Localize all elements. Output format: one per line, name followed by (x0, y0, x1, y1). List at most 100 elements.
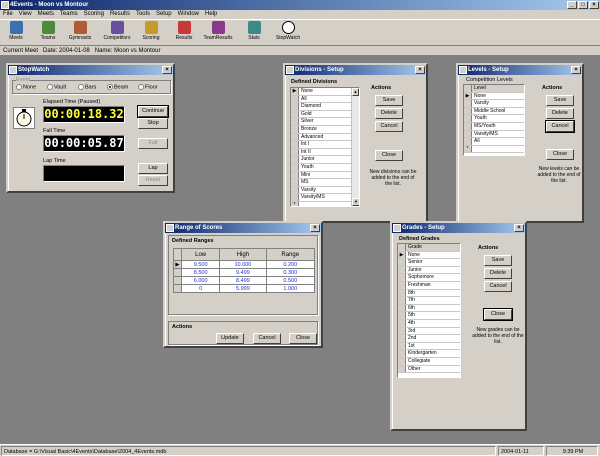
toolbar-teams-button[interactable]: Teams (34, 21, 62, 41)
menu-scoring[interactable]: Scoring (84, 10, 104, 19)
divisions-delete-button[interactable]: Delete (375, 108, 403, 119)
ranges-cancel-button[interactable]: Cancel (253, 333, 281, 344)
list-item[interactable]: MS (291, 179, 359, 187)
menu-tools[interactable]: Tools (136, 10, 150, 19)
list-item[interactable]: Sophomore (398, 274, 460, 282)
toolbar-stopwatch-button[interactable]: StopWatch (272, 21, 304, 41)
reset-button[interactable]: Reset (138, 175, 168, 186)
list-item[interactable]: Junior (291, 156, 359, 164)
grades-cancel-button[interactable]: Cancel (484, 281, 512, 292)
ranges-close-button[interactable]: × (310, 224, 320, 232)
menu-results[interactable]: Results (110, 10, 130, 19)
divisions-list[interactable]: ▶ None All Diamond Gold Silver Bronze Adv… (290, 87, 360, 207)
list-item[interactable]: ▶ None (291, 88, 359, 96)
levels-close-button[interactable]: × (571, 66, 581, 74)
divisions-close-btn[interactable]: Close (375, 150, 403, 161)
list-item[interactable]: Gold (291, 110, 359, 119)
menu-file[interactable]: File (3, 10, 13, 19)
list-item[interactable]: 1st (398, 342, 460, 351)
toolbar-scoring-button[interactable]: Scoring (137, 21, 165, 41)
divisions-cancel-button[interactable]: Cancel (375, 121, 403, 132)
list-item[interactable]: Silver (291, 118, 359, 126)
minimize-button[interactable]: _ (567, 1, 577, 9)
list-item[interactable]: 2nd (398, 335, 460, 343)
list-item[interactable]: Varsity/MS (464, 130, 524, 139)
list-item[interactable]: 6th (398, 304, 460, 313)
list-item[interactable]: Varsity/MS (291, 194, 359, 202)
list-item[interactable]: Kindergarten (398, 350, 460, 358)
list-item[interactable]: Int II (291, 148, 359, 157)
menu-meets[interactable]: Meets (38, 10, 54, 19)
list-item[interactable]: All (291, 95, 359, 104)
event-radio-bars[interactable]: Bars (78, 84, 96, 90)
list-item[interactable]: 7th (398, 297, 460, 305)
list-item[interactable]: Freshman (398, 281, 460, 290)
lap-button[interactable]: Lap (138, 163, 168, 174)
levels-cancel-button[interactable]: Cancel (545, 120, 575, 133)
grades-close-button[interactable]: × (514, 224, 524, 232)
levels-close-btn[interactable]: Close (546, 149, 574, 160)
list-item[interactable]: 3rd (398, 327, 460, 336)
list-item[interactable]: All (464, 138, 524, 146)
table-row[interactable]: 6.000 8.499 0.500 (173, 276, 316, 285)
list-item[interactable]: Other (398, 365, 460, 374)
menu-view[interactable]: View (19, 10, 32, 19)
list-item[interactable]: Bronze (291, 125, 359, 134)
list-item[interactable]: Middle School (464, 107, 524, 116)
list-item[interactable]: ▶ None (398, 251, 460, 260)
table-row[interactable]: 8.500 9.499 0.300 (173, 268, 316, 277)
list-item[interactable]: Int I (291, 141, 359, 149)
stop-button[interactable]: Stop (138, 118, 168, 129)
maximize-button[interactable]: □ (578, 1, 588, 9)
list-item[interactable]: Youth (291, 163, 359, 172)
fall-button[interactable]: Fall (138, 138, 168, 149)
menu-window[interactable]: Window (178, 10, 199, 19)
close-button[interactable]: × (589, 1, 599, 9)
divisions-scrollbar[interactable]: ▲ ▼ (351, 88, 359, 206)
new-row[interactable]: * (464, 145, 524, 154)
toolbar-stats-button[interactable]: Stats (240, 21, 268, 41)
ranges-close-btn[interactable]: Close (289, 333, 317, 344)
event-radio-beam[interactable]: Beam (107, 84, 128, 90)
list-item[interactable]: Senior (398, 259, 460, 267)
list-item[interactable]: 8th (398, 289, 460, 298)
toolbar-team-results-button[interactable]: TeamResults (200, 21, 236, 41)
continue-button[interactable]: Continue (137, 105, 169, 118)
ranges-update-button[interactable]: Update (216, 333, 244, 344)
toolbar-gymnasts-button[interactable]: Gymnasts (66, 21, 94, 41)
toolbar-competitors-button[interactable]: Competitors (100, 21, 134, 41)
event-radio-none[interactable]: None (16, 84, 36, 90)
scroll-down-icon[interactable]: ▼ (352, 198, 359, 206)
menu-setup[interactable]: Setup (156, 10, 172, 19)
list-item[interactable]: 5th (398, 312, 460, 320)
menu-teams[interactable]: Teams (60, 10, 78, 19)
toolbar-results-button[interactable]: Results (170, 21, 198, 41)
list-item[interactable]: Diamond (291, 103, 359, 111)
list-item[interactable]: Youth (464, 115, 524, 123)
grades-delete-button[interactable]: Delete (484, 268, 512, 279)
levels-delete-button[interactable]: Delete (546, 108, 574, 119)
table-row[interactable]: 0 5.999 1.000 (173, 284, 316, 293)
list-item[interactable]: Varsity (464, 100, 524, 108)
list-item[interactable]: ▶ None (464, 92, 524, 101)
ranges-table[interactable]: Low High Range ▶ 9.500 10.000 0.200 8.500 9.49… (173, 248, 316, 293)
grades-list[interactable]: Grade ▶ None Senior Junior Sophomore Fres… (397, 243, 461, 378)
table-row[interactable]: ▶ 9.500 10.000 0.200 (173, 260, 316, 269)
menu-help[interactable]: Help (205, 10, 217, 19)
list-item[interactable]: MS/Youth (464, 122, 524, 131)
list-item[interactable]: Junior (398, 266, 460, 275)
scroll-up-icon[interactable]: ▲ (352, 88, 359, 96)
levels-list[interactable]: Level ▶ None Varsity Middle School Youth … (463, 84, 525, 156)
grades-close-btn[interactable]: Close (483, 308, 513, 321)
list-item[interactable]: Varsity (291, 186, 359, 195)
new-row[interactable]: * (291, 201, 359, 206)
stopwatch-close-button[interactable]: × (162, 66, 172, 74)
list-item[interactable]: Collegiate (398, 357, 460, 366)
event-radio-vault[interactable]: Vault (47, 84, 66, 90)
levels-save-button[interactable]: Save (546, 95, 574, 106)
divisions-save-button[interactable]: Save (375, 95, 403, 106)
divisions-close-button[interactable]: × (415, 66, 425, 74)
grades-save-button[interactable]: Save (484, 255, 512, 266)
list-item[interactable]: Advanced (291, 133, 359, 142)
toolbar-meets-button[interactable]: Meets (2, 21, 30, 41)
